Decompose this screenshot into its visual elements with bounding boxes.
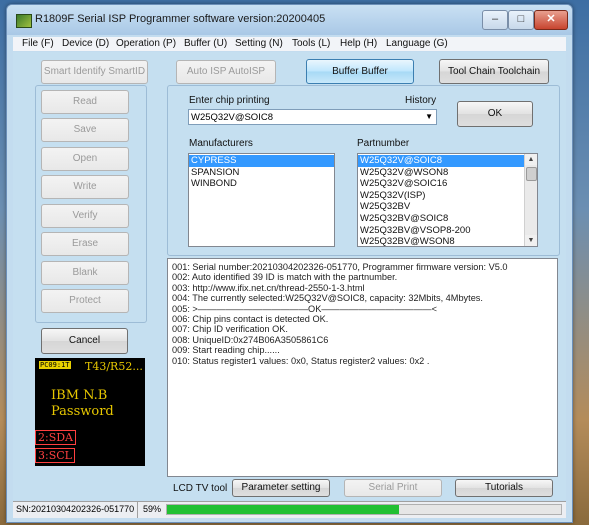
partnumber-label: Partnumber	[357, 138, 410, 149]
log-line: 002: Auto identified 39 ID is match with…	[172, 272, 398, 283]
menu-operation[interactable]: Operation (P)	[116, 38, 176, 49]
progress-percent: 59%	[143, 504, 162, 514]
scroll-thumb[interactable]	[526, 167, 537, 181]
close-button[interactable]: ✕	[534, 10, 568, 30]
partnumber-scrollbar[interactable]: ▲ ▼	[524, 154, 537, 246]
log-line: 008: UniqueID:0x274B06A3505861C6	[172, 334, 329, 345]
protect-button[interactable]: Protect	[41, 289, 129, 313]
operations-group: Read Save Open Write Verify Erase Blank …	[35, 85, 147, 323]
partnumber-item[interactable]: W25Q32V(ISP)	[358, 190, 525, 202]
maximize-button[interactable]: □	[508, 10, 534, 30]
preview-pin-scl: 3:SCL	[35, 448, 75, 463]
verify-button[interactable]: Verify	[41, 204, 129, 228]
progress-bar	[166, 504, 562, 515]
status-bar: SN:20210304202326-051770 59%	[13, 501, 566, 518]
preview-tag: PC09:1T	[39, 361, 71, 369]
preview-line2: Password	[51, 404, 114, 419]
serial-number: SN:20210304202326-051770	[16, 504, 135, 514]
log-line: 003: http://www.ifix.net.cn/thread-2550-…	[172, 282, 365, 293]
blank-button[interactable]: Blank	[41, 261, 129, 285]
tool-chain-button[interactable]: Tool Chain Toolchain	[439, 59, 549, 84]
write-button[interactable]: Write	[41, 175, 129, 199]
serial-print-button[interactable]: Serial Print	[344, 479, 442, 497]
menu-help[interactable]: Help (H)	[340, 38, 377, 49]
log-line: 010: Status register1 values: 0x0, Statu…	[172, 355, 430, 366]
scroll-up-icon[interactable]: ▲	[525, 154, 537, 165]
save-button[interactable]: Save	[41, 118, 129, 142]
partnumber-item[interactable]: W25Q32BV@VSOP8-200	[358, 225, 525, 237]
erase-button[interactable]: Erase	[41, 232, 129, 256]
log-output[interactable]: 001: Serial number:20210304202326-051770…	[167, 258, 558, 477]
lcd-tv-tool-label: LCD TV tool	[173, 483, 228, 494]
client-area: Smart Identify SmartID Auto ISP AutoISP …	[13, 52, 566, 500]
manufacturer-item[interactable]: SPANSION	[189, 167, 334, 179]
menu-language[interactable]: Language (G)	[386, 38, 448, 49]
scroll-down-icon[interactable]: ▼	[525, 235, 537, 246]
manufacturer-item[interactable]: WINBOND	[189, 178, 334, 190]
partnumber-item[interactable]: W25Q32BV	[358, 201, 525, 213]
app-icon	[16, 14, 32, 28]
menu-buffer[interactable]: Buffer (U)	[184, 38, 227, 49]
partnumber-item[interactable]: W25Q32V@SOIC8	[358, 155, 525, 167]
partnumber-item[interactable]: W25Q32V@WSON8	[358, 167, 525, 179]
manufacturers-label: Manufacturers	[189, 138, 253, 149]
log-line: 006: Chip pins contact is detected OK.	[172, 313, 329, 324]
partnumber-item[interactable]: W25Q32V@SOIC16	[358, 178, 525, 190]
smart-identify-button[interactable]: Smart Identify SmartID	[41, 60, 148, 84]
preview-header: T43/R52...	[85, 360, 143, 373]
parameter-setting-button[interactable]: Parameter setting	[232, 479, 330, 497]
cancel-button[interactable]: Cancel	[41, 328, 128, 354]
chip-combobox-value: W25Q32V@SOIC8	[191, 112, 273, 123]
chip-combobox[interactable]: W25Q32V@SOIC8 ▼	[188, 109, 437, 125]
manufacturer-item[interactable]: CYPRESS	[189, 155, 334, 167]
menu-tools[interactable]: Tools (L)	[292, 38, 330, 49]
partnumber-list[interactable]: W25Q32V@SOIC8 W25Q32V@WSON8 W25Q32V@SOIC…	[357, 153, 538, 247]
log-line: 007: Chip ID verification OK.	[172, 324, 288, 335]
buffer-button[interactable]: Buffer Buffer	[306, 59, 414, 84]
programmer-window: R1809F Serial ISP Programmer software ve…	[6, 4, 573, 523]
menu-setting[interactable]: Setting (N)	[235, 38, 283, 49]
read-button[interactable]: Read	[41, 90, 129, 114]
open-button[interactable]: Open	[41, 147, 129, 171]
tutorials-button[interactable]: Tutorials	[455, 479, 553, 497]
chip-selection-group: Enter chip printing History W25Q32V@SOIC…	[167, 85, 560, 256]
preview-line1: IBM N.B	[51, 388, 108, 403]
log-line: 009: Start reading chip......	[172, 345, 280, 356]
minimize-button[interactable]: –	[482, 10, 508, 30]
preview-pin-sda: 2:SDA	[35, 430, 77, 445]
menu-device[interactable]: Device (D)	[62, 38, 109, 49]
partnumber-item[interactable]: W25Q32BV@SOIC8	[358, 213, 525, 225]
menu-bar: File (F) Device (D) Operation (P) Buffer…	[13, 37, 566, 51]
auto-isp-button[interactable]: Auto ISP AutoISP	[176, 60, 276, 84]
status-divider	[137, 502, 138, 518]
log-line: 005: >————————————OK————————————<	[172, 303, 437, 314]
log-line: 001: Serial number:20210304202326-051770…	[172, 262, 508, 272]
partnumber-item[interactable]: W25Q32BV@WSON8	[358, 236, 525, 246]
ok-button[interactable]: OK	[457, 101, 533, 127]
manufacturers-list[interactable]: CYPRESS SPANSION WINBOND	[188, 153, 335, 247]
progress-fill	[167, 505, 400, 514]
enter-chip-label: Enter chip printing	[189, 95, 270, 106]
history-label: History	[405, 95, 437, 106]
log-line: 004: The currently selected:W25Q32V@SOIC…	[172, 293, 483, 304]
device-preview: PC09:1T T43/R52... IBM N.B Password 2:SD…	[35, 358, 145, 466]
chevron-down-icon[interactable]: ▼	[425, 112, 433, 121]
window-title: R1809F Serial ISP Programmer software ve…	[35, 13, 326, 25]
title-bar[interactable]: R1809F Serial ISP Programmer software ve…	[7, 5, 572, 35]
menu-file[interactable]: File (F)	[22, 38, 54, 49]
